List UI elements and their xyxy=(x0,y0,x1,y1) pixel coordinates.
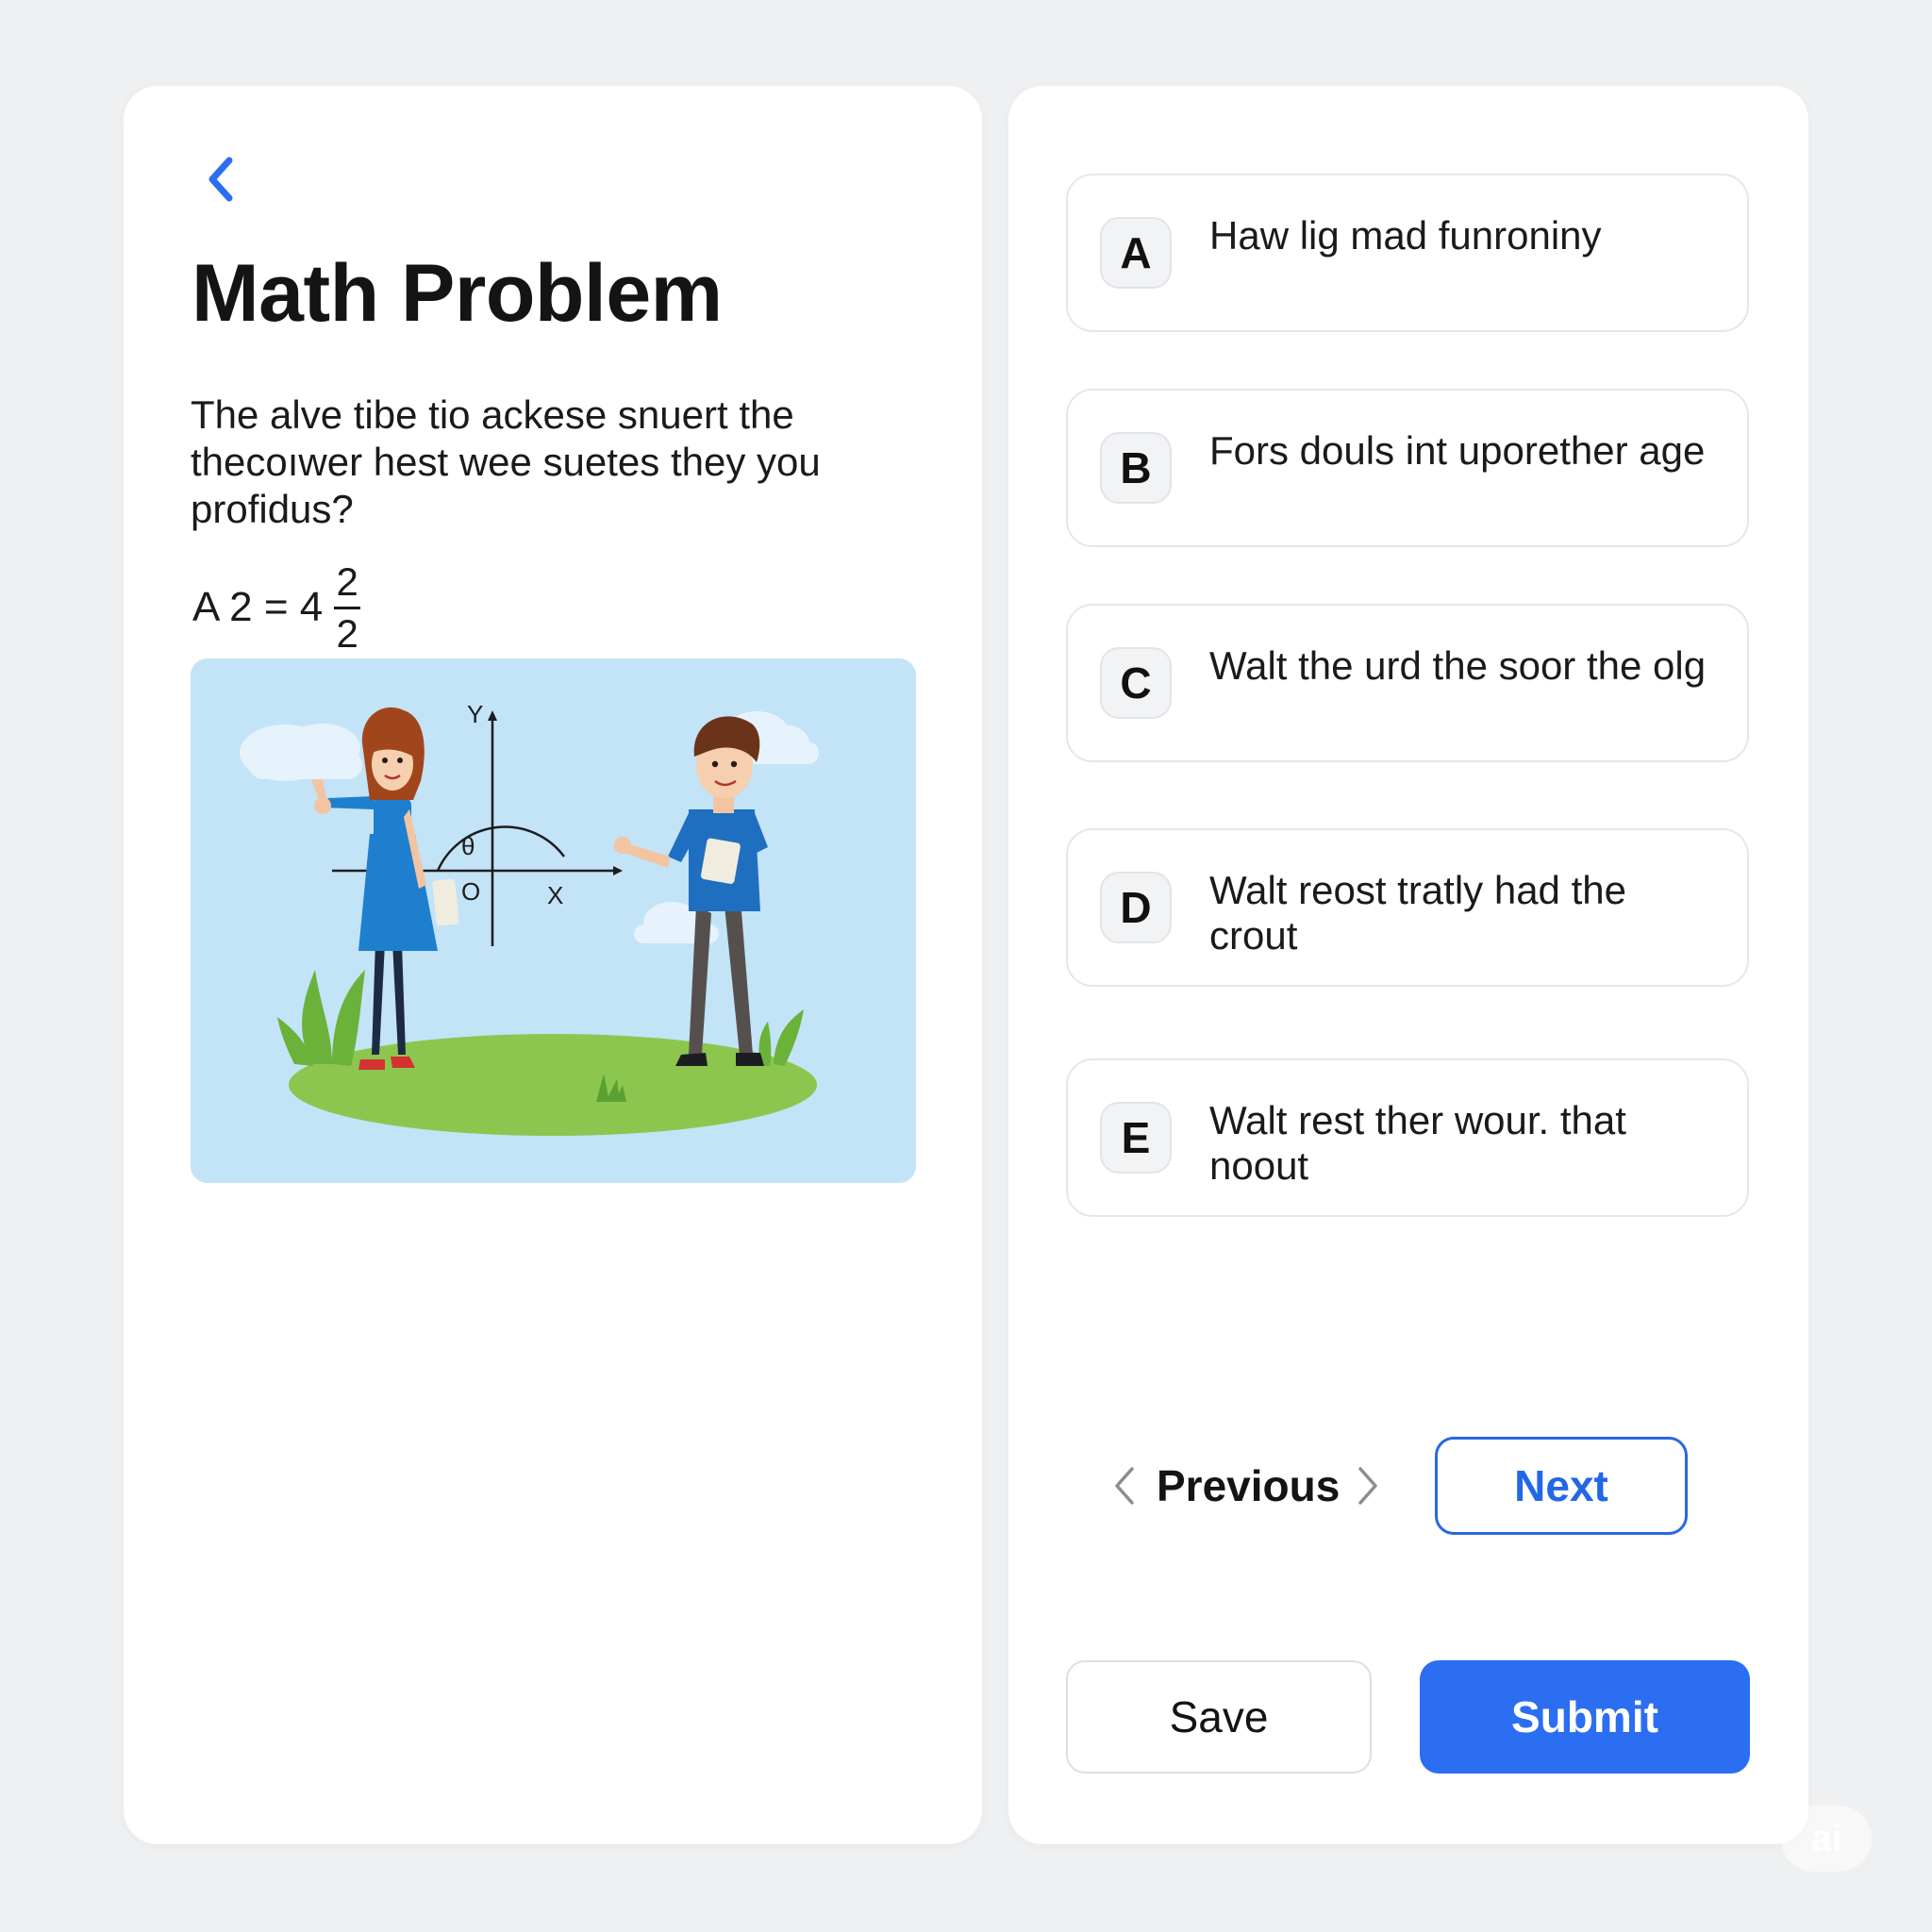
option-letter: E xyxy=(1100,1102,1172,1174)
answer-option-e[interactable]: E Walt rest ther wour. that noout xyxy=(1066,1058,1749,1217)
problem-illustration: Y X O θ xyxy=(191,658,916,1183)
fraction-bar xyxy=(334,606,361,609)
cloud-icon xyxy=(240,724,362,781)
x-axis-label: X xyxy=(547,881,563,909)
origin-label: O xyxy=(461,877,480,906)
option-text: Walt the urd the soor the olg xyxy=(1209,643,1707,688)
question-text: The alve tibe tio ackese snuert the thec… xyxy=(191,392,821,531)
option-text: Haw lig mad funroniny xyxy=(1209,213,1602,258)
option-letter: C xyxy=(1100,647,1172,719)
angle-label: θ xyxy=(461,832,475,860)
y-axis-label: Y xyxy=(467,700,483,728)
save-button[interactable]: Save xyxy=(1066,1660,1372,1774)
option-text: Walt rest ther wour. that noout xyxy=(1209,1098,1626,1188)
previous-button[interactable]: Previous xyxy=(1113,1453,1379,1519)
fraction-denominator: 2 xyxy=(336,610,358,656)
option-text: Walt reost tratly had the crout xyxy=(1209,868,1626,958)
option-letter: D xyxy=(1100,872,1172,943)
answer-option-b[interactable]: B Fors douls int uporether age xyxy=(1066,389,1749,547)
option-letter: A xyxy=(1100,217,1172,289)
back-button[interactable] xyxy=(193,151,250,208)
answer-option-a[interactable]: A Haw lig mad funroniny xyxy=(1066,174,1749,332)
equation-lhs: A 2 = 4 xyxy=(192,584,324,630)
previous-label: Previous xyxy=(1157,1461,1341,1510)
submit-button[interactable]: Submit xyxy=(1420,1660,1750,1774)
page-title: Math Problem xyxy=(192,248,723,339)
chevron-right-icon xyxy=(1358,1467,1378,1505)
next-button[interactable]: Next xyxy=(1435,1437,1688,1535)
equation-fraction: 2 2 xyxy=(334,558,361,656)
answer-option-c[interactable]: C Walt the urd the soor the olg xyxy=(1066,604,1749,762)
answer-option-d[interactable]: D Walt reost tratly had the crout xyxy=(1066,828,1749,987)
fraction-numerator: 2 xyxy=(336,558,358,604)
option-letter: B xyxy=(1100,432,1172,504)
chevron-left-icon xyxy=(1115,1467,1134,1505)
ai-watermark: ai xyxy=(1781,1806,1872,1872)
option-text: Fors douls int uporether age xyxy=(1209,428,1706,473)
grass-ground xyxy=(289,1034,817,1136)
chevron-left-icon xyxy=(208,157,233,202)
equation: A 2 = 4 2 2 xyxy=(192,558,361,657)
